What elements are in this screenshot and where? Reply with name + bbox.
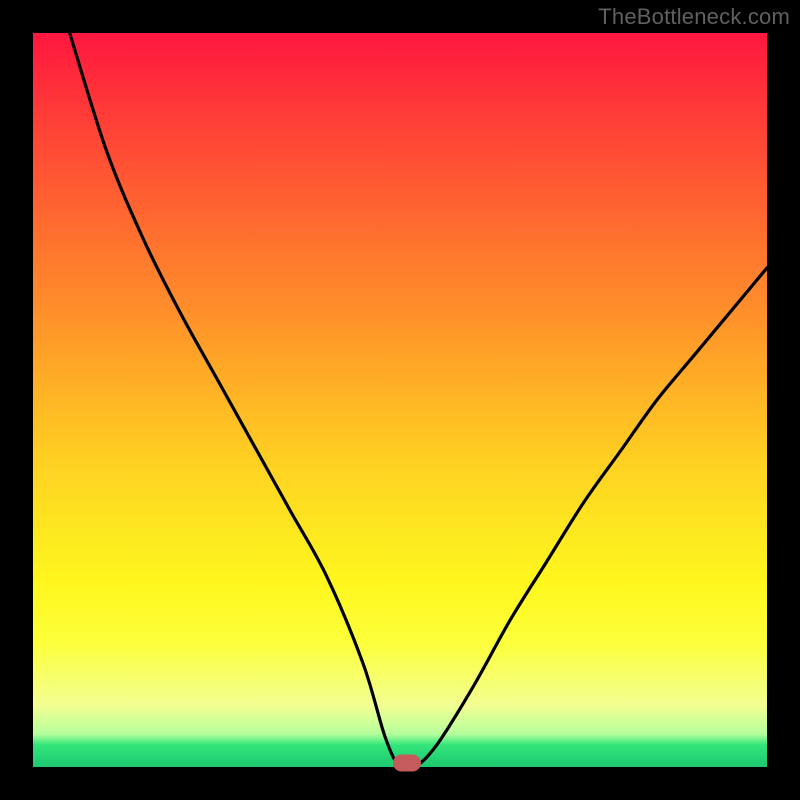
watermark-text: TheBottleneck.com bbox=[598, 4, 790, 30]
plot-area bbox=[33, 33, 767, 767]
bottleneck-curve-path bbox=[70, 33, 767, 767]
chart-frame: TheBottleneck.com bbox=[0, 0, 800, 800]
curve-svg bbox=[33, 33, 767, 767]
minimum-marker bbox=[393, 755, 421, 772]
